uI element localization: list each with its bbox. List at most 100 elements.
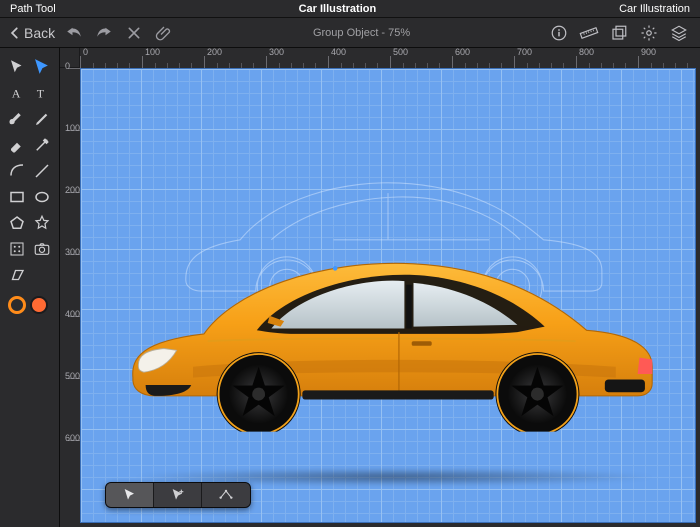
viewport[interactable] [80,68,696,523]
line-tool[interactable] [31,160,53,182]
eraser-icon [8,136,26,154]
font-icon: A [8,84,26,102]
camera-tool[interactable] [31,238,53,260]
cursor-icon [122,487,138,503]
canvas-area [60,48,700,527]
cursor-plus-icon [170,487,186,503]
tool-sidebar: A T [0,48,60,527]
settings-button[interactable] [636,20,662,46]
car-front-wheel [217,352,301,432]
ellipse-tool[interactable] [31,186,53,208]
line-icon [33,162,51,180]
info-icon [550,24,568,42]
swatch-row [0,294,59,316]
attach-button[interactable] [151,20,177,46]
ruler-tick [68,68,80,130]
ruler-tick [452,56,514,68]
car-door-handle [412,341,432,346]
path-mode-bar [105,482,251,508]
slice-icon [33,136,51,154]
ruler-button[interactable] [576,20,602,46]
redo-icon [95,24,113,42]
star-tool[interactable] [31,212,53,234]
skew-icon [8,266,26,284]
car-rear-wheel [496,352,580,432]
layers-button[interactable] [666,20,692,46]
info-button[interactable] [546,20,572,46]
back-label: Back [24,25,55,41]
ruler-tick [204,56,266,68]
ruler-tick [328,56,390,68]
document-title: Car Illustration [56,3,619,15]
cursor-outline-icon [33,58,51,76]
ellipse-icon [33,188,51,206]
status-bar: Path Tool Car Illustration Car Illustrat… [0,0,700,18]
undo-button[interactable] [61,20,87,46]
mode-move[interactable] [106,483,154,507]
svg-text:T: T [36,87,44,101]
selected-anchor-point[interactable] [333,266,338,271]
ruler-tick [514,56,576,68]
fill-swatch[interactable] [30,296,48,314]
chevron-left-icon [8,26,22,40]
eraser-tool[interactable] [6,134,28,156]
car-rear-vent [605,379,645,392]
select-tool[interactable] [6,56,28,78]
camera-icon [33,240,51,258]
rectangle-icon [8,188,26,206]
layers-icon [670,24,688,42]
status-tool-label: Path Tool [10,3,56,15]
empty-tool-slot [31,264,53,286]
pencil-tool[interactable] [31,108,53,130]
ruler-tick [68,192,80,254]
tool-grid: A T [0,52,59,294]
ruler-tick [80,56,142,68]
text-tool[interactable]: T [31,82,53,104]
ruler-tick [68,440,80,502]
redo-button[interactable] [91,20,117,46]
ruler-tick [142,56,204,68]
slice-tool[interactable] [31,134,53,156]
toolbar: Back Group Object - 75% [0,18,700,48]
ruler-tick [638,56,700,68]
polygon-icon [8,214,26,232]
grid-icon [8,240,26,258]
artboards-button[interactable] [606,20,632,46]
direct-select-tool[interactable] [31,56,53,78]
pattern-tool[interactable] [6,238,28,260]
svg-text:A: A [12,87,21,101]
selection-breadcrumb: Group Object - 75% [181,27,542,39]
car-side-skirt [302,390,493,399]
undo-icon [65,24,83,42]
stroke-swatch[interactable] [8,296,26,314]
ruler-tick [390,56,452,68]
arc-tool[interactable] [6,160,28,182]
skew-tool[interactable] [6,264,28,286]
car-taillight [638,357,653,373]
mode-add[interactable] [154,483,202,507]
back-button[interactable]: Back [8,25,57,41]
anchor-convert-icon [218,487,234,503]
brush-icon [8,110,26,128]
ruler-tick [266,56,328,68]
cursor-icon [8,58,26,76]
ruler-tick [576,56,638,68]
arc-icon [8,162,26,180]
font-tool[interactable]: A [6,82,28,104]
brush-tool[interactable] [6,108,28,130]
ruler-tick [68,378,80,440]
ruler-icon [579,23,599,43]
polygon-tool[interactable] [6,212,28,234]
mode-convert[interactable] [202,483,250,507]
artboards-icon [610,24,628,42]
ruler-tick [68,254,80,316]
gear-icon [640,24,658,42]
horizontal-ruler[interactable] [80,48,700,68]
ruler-tick [68,316,80,378]
car-illustration[interactable] [106,213,671,432]
ruler-tick [68,130,80,192]
rectangle-tool[interactable] [6,186,28,208]
close-button[interactable] [121,20,147,46]
vertical-ruler[interactable] [60,68,80,527]
pencil-icon [33,110,51,128]
